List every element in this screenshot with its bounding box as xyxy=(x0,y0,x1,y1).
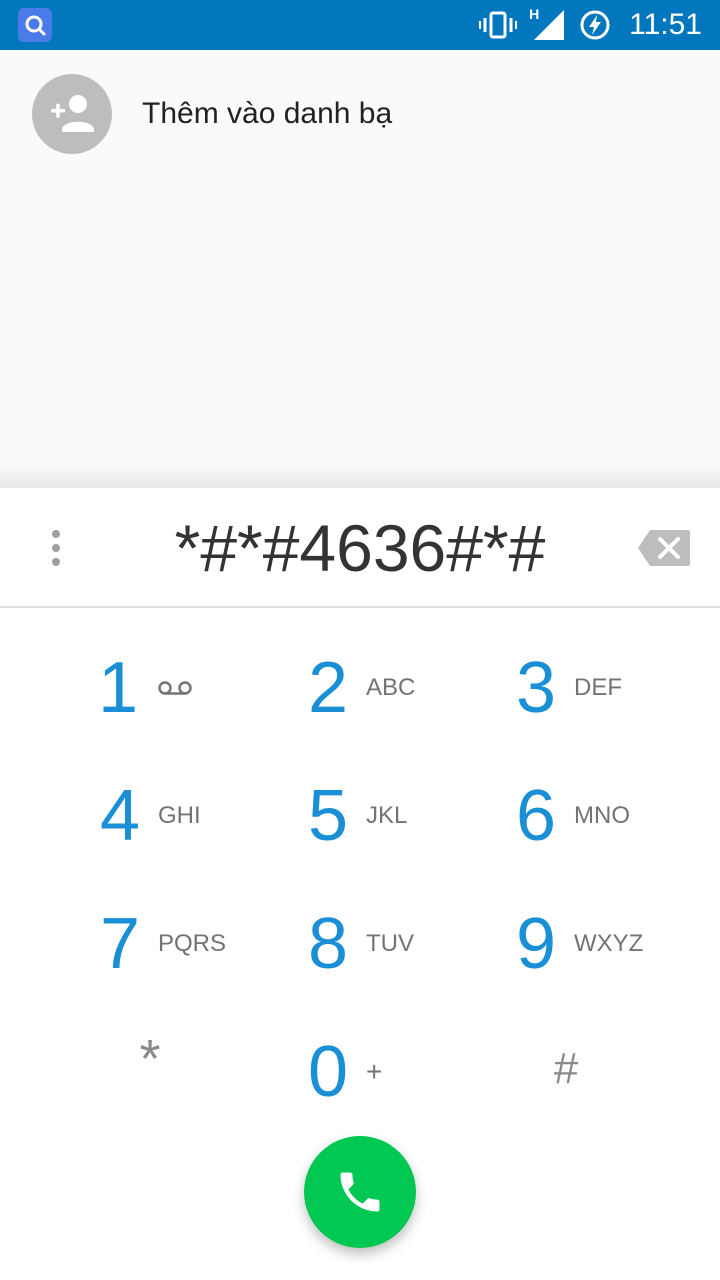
key-digit: # xyxy=(553,1044,579,1093)
key-digit: 8 xyxy=(307,904,349,984)
overflow-dot xyxy=(52,530,60,538)
dialpad-key-0[interactable]: 0 + xyxy=(240,1008,480,1136)
clock: 11:51 xyxy=(629,8,702,41)
dialpad-key-5[interactable]: 5 JKL xyxy=(240,752,480,880)
backspace-icon xyxy=(638,530,690,566)
dialpad-key-4[interactable]: 4 GHI xyxy=(0,752,240,880)
voicemail-icon xyxy=(158,681,192,695)
overflow-dot xyxy=(52,558,60,566)
key-letters: DEF xyxy=(574,674,622,701)
dialpad-key-pound[interactable]: # xyxy=(480,1008,720,1136)
key-digit: 3 xyxy=(515,648,557,728)
key-letters: ABC xyxy=(366,674,416,701)
phone-icon xyxy=(340,1172,380,1212)
key-letters: GHI xyxy=(158,802,201,829)
search-app-icon xyxy=(18,8,52,42)
add-person-avatar xyxy=(32,74,112,154)
call-button[interactable] xyxy=(304,1136,416,1248)
key-digit: 5 xyxy=(307,776,349,856)
key-letters: PQRS xyxy=(158,930,227,957)
dialpad-key-1[interactable]: 1 xyxy=(0,624,240,752)
suggestion-area: Thêm vào danh bạ xyxy=(0,50,720,470)
backspace-button[interactable] xyxy=(636,526,692,570)
battery-charging-icon xyxy=(580,10,610,40)
overflow-dot xyxy=(52,544,60,552)
dialpad-key-2[interactable]: 2 ABC xyxy=(240,624,480,752)
vibrate-icon xyxy=(479,11,518,39)
dialpad-key-8[interactable]: 8 TUV xyxy=(240,880,480,1008)
dialpad-key-3[interactable]: 3 DEF xyxy=(480,624,720,752)
dialed-digits-field[interactable]: *#*#4636#*# xyxy=(110,508,610,588)
key-digit: 2 xyxy=(307,648,349,728)
key-digit: 1 xyxy=(97,648,139,728)
dialpad-key-6[interactable]: 6 MNO xyxy=(480,752,720,880)
overflow-menu-button[interactable] xyxy=(36,524,76,572)
key-letters: WXYZ xyxy=(574,930,644,957)
key-digit: 9 xyxy=(515,904,557,984)
dialpad: *#*#4636#*# 1 2 ABC 3 DEF 4 GHI 5 JKL 6 … xyxy=(0,488,720,1280)
dialpad-key-7[interactable]: 7 PQRS xyxy=(0,880,240,1008)
digits-row: *#*#4636#*# xyxy=(0,488,720,608)
key-digit: * xyxy=(139,1029,161,1089)
key-digit: 4 xyxy=(99,776,141,856)
dialpad-shadow xyxy=(0,466,720,488)
key-digit: 0 xyxy=(307,1032,349,1112)
key-letters: + xyxy=(366,1056,383,1087)
key-digit: 6 xyxy=(515,776,557,856)
add-person-icon xyxy=(51,95,94,132)
add-to-contacts-row[interactable]: Thêm vào danh bạ xyxy=(32,74,392,154)
signal-icon: H xyxy=(529,6,565,40)
key-letters: JKL xyxy=(366,802,408,829)
status-bar: H 11:51 xyxy=(0,0,720,50)
key-digit: 7 xyxy=(99,904,141,984)
add-to-contacts-label: Thêm vào danh bạ xyxy=(142,97,393,130)
key-letters: MNO xyxy=(574,802,630,829)
status-icons: H 11:51 xyxy=(479,0,702,50)
dialpad-key-star[interactable]: * xyxy=(0,1008,240,1136)
key-letters: TUV xyxy=(366,930,414,957)
dialpad-key-9[interactable]: 9 WXYZ xyxy=(480,880,720,1008)
